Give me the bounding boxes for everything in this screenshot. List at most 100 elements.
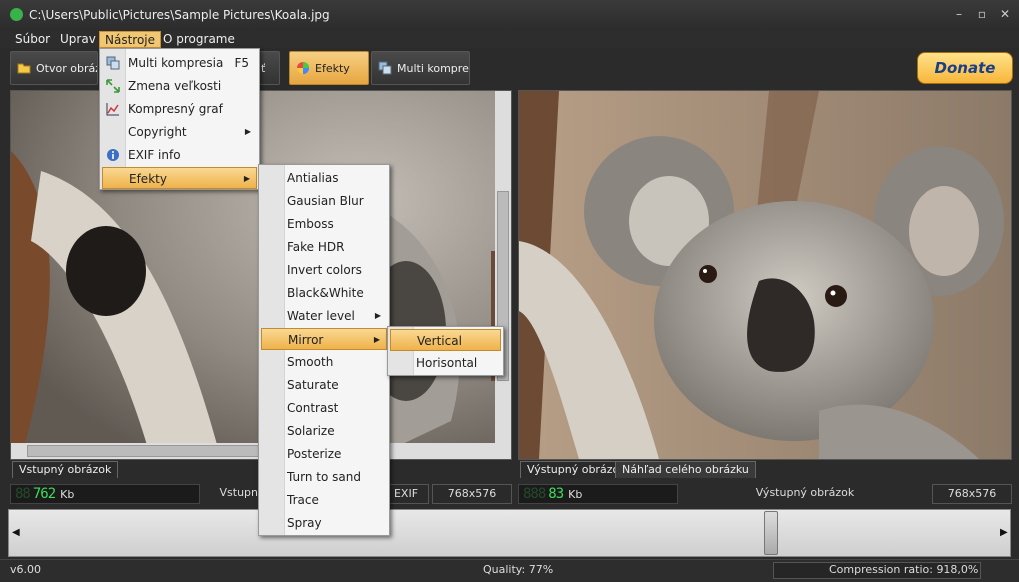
mirror-horisontal[interactable]: Horisontal — [390, 352, 501, 374]
quality-label: Quality: 77% — [483, 563, 554, 576]
input-horizontal-scroll-thumb[interactable] — [27, 445, 277, 457]
shortcut-label: F5 — [234, 56, 249, 70]
multi-compress-icon — [106, 56, 120, 70]
effect-gausian-blur[interactable]: Gausian Blur — [261, 190, 387, 212]
menu-item-label: Zmena veľkosti — [128, 79, 222, 93]
effect-saturate[interactable]: Saturate — [261, 374, 387, 396]
submenu-arrow-icon: ▶ — [243, 174, 250, 183]
title-bar: C:\Users\Public\Pictures\Sample Pictures… — [0, 0, 1019, 30]
maximize-button[interactable]: ▫ — [973, 6, 991, 22]
input-dimensions: 768x576 — [432, 484, 512, 504]
tools-menu: Multi kompresia F5 Zmena veľkosti Kompre… — [99, 48, 260, 190]
quality-slider[interactable] — [8, 509, 1011, 557]
output-size-unit: Kb — [568, 487, 583, 501]
effect-contrast[interactable]: Contrast — [261, 397, 387, 419]
menu-item-compression-graph[interactable]: Kompresný graf — [102, 98, 257, 120]
menu-item-label: Posterize — [287, 447, 342, 461]
input-size-display: 88 762 Kb — [10, 484, 200, 504]
multi-compress-button[interactable]: Multi kompresia — [371, 51, 470, 85]
effect-emboss[interactable]: Emboss — [261, 213, 387, 235]
menu-item-label: EXIF info — [128, 148, 181, 162]
effect-turn-to-sand[interactable]: Turn to sand — [261, 466, 387, 488]
menu-item-label: Fake HDR — [287, 240, 345, 254]
status-bar: v6.00 Quality: 77% Compression ratio: 91… — [0, 559, 1019, 582]
effect-trace[interactable]: Trace — [261, 489, 387, 511]
menu-item-label: Antialias — [287, 171, 339, 185]
output-size-value: 83 — [548, 486, 564, 502]
open-image-button[interactable]: Otvor obrázok — [10, 51, 98, 85]
input-size-ghost-digits: 88 — [15, 486, 31, 502]
menu-item-label: Trace — [287, 493, 319, 507]
save-button[interactable]: ť — [258, 51, 280, 85]
output-image — [519, 91, 1011, 459]
resize-icon — [106, 79, 120, 93]
tab-full-preview[interactable]: Náhľad celého obrázku — [615, 461, 756, 478]
menu-item-label: Gausian Blur — [287, 194, 364, 208]
effect-posterize[interactable]: Posterize — [261, 443, 387, 465]
mirror-menu: Vertical Horisontal — [387, 326, 504, 376]
slider-left-arrow-icon[interactable]: ◀ — [12, 527, 20, 538]
folder-icon — [17, 63, 31, 74]
menu-subor[interactable]: Súbor — [10, 31, 55, 48]
menu-item-exif-info[interactable]: EXIF info — [102, 144, 257, 166]
menu-item-resize[interactable]: Zmena veľkosti — [102, 75, 257, 97]
chart-icon — [106, 103, 119, 116]
menu-item-label: Spray — [287, 516, 322, 530]
effect-fake-hdr[interactable]: Fake HDR — [261, 236, 387, 258]
menu-item-label: Multi kompresia — [128, 56, 224, 70]
close-button[interactable]: ✕ — [996, 6, 1014, 22]
mirror-vertical[interactable]: Vertical — [390, 329, 501, 351]
menu-item-label: Turn to sand — [287, 470, 361, 484]
input-size-value: 762 — [32, 486, 56, 502]
menu-item-label: Solarize — [287, 424, 335, 438]
multi-compress-label: Multi kompresia — [397, 61, 469, 75]
menu-item-label: Water level — [287, 309, 355, 323]
effect-mirror[interactable]: Mirror ▶ — [261, 328, 387, 350]
menu-nastroje[interactable]: Nástroje — [99, 31, 162, 48]
menu-bar: Súbor Uprav Nástroje O programe — [0, 30, 1019, 48]
submenu-arrow-icon: ▶ — [373, 335, 380, 344]
effect-invert-colors[interactable]: Invert colors — [261, 259, 387, 281]
input-size-unit: Kb — [60, 487, 75, 501]
menu-uprav[interactable]: Uprav — [55, 31, 101, 48]
menu-item-label: Copyright — [128, 125, 187, 139]
effect-smooth[interactable]: Smooth — [261, 351, 387, 373]
tab-input-image[interactable]: Vstupný obrázok — [12, 461, 119, 478]
menu-item-label: Mirror — [288, 333, 324, 347]
effects-label: Efekty — [315, 61, 350, 75]
output-image-panel — [518, 90, 1012, 460]
effect-antialias[interactable]: Antialias — [261, 167, 387, 189]
quality-slider-thumb[interactable] — [764, 511, 778, 555]
input-caption: Vstupn — [219, 486, 259, 499]
effects-menu: Antialias Gausian Blur Emboss Fake HDR I… — [258, 164, 390, 536]
multi-compress-icon — [378, 61, 392, 75]
menu-item-label: Smooth — [287, 355, 334, 369]
menu-item-label: Efekty — [129, 172, 167, 186]
submenu-arrow-icon: ▶ — [374, 311, 381, 320]
effect-solarize[interactable]: Solarize — [261, 420, 387, 442]
effect-water-level[interactable]: Water level ▶ — [261, 305, 387, 327]
menu-item-label: Vertical — [417, 334, 462, 348]
effect-spray[interactable]: Spray — [261, 512, 387, 534]
compression-ratio-label: Compression ratio: 918,0% — [829, 563, 979, 576]
effects-button[interactable]: Efekty — [289, 51, 369, 85]
window-title: C:\Users\Public\Pictures\Sample Pictures… — [29, 8, 330, 22]
slider-right-arrow-icon[interactable]: ▶ — [1000, 527, 1008, 538]
output-dimensions: 768x576 — [932, 484, 1012, 504]
donate-button[interactable]: Donate — [917, 52, 1013, 84]
effect-black-white[interactable]: Black&White — [261, 282, 387, 304]
menu-o-programe[interactable]: O programe — [158, 31, 240, 48]
version-label: v6.00 — [10, 563, 42, 576]
open-image-label: Otvor obrázok — [36, 61, 97, 75]
menu-item-label: Black&White — [287, 286, 364, 300]
menu-item-label: Emboss — [287, 217, 334, 231]
menu-item-effects[interactable]: Efekty ▶ — [102, 167, 257, 189]
minimize-button[interactable]: – — [950, 6, 968, 22]
color-wheel-icon — [297, 62, 309, 74]
output-size-display: 888 83 Kb — [518, 484, 678, 504]
menu-item-multi-compress[interactable]: Multi kompresia F5 — [102, 52, 257, 74]
app-logo-icon — [10, 8, 23, 21]
menu-item-label: Contrast — [287, 401, 339, 415]
menu-item-label: Invert colors — [287, 263, 362, 277]
menu-item-copyright[interactable]: Copyright ▶ — [102, 121, 257, 143]
